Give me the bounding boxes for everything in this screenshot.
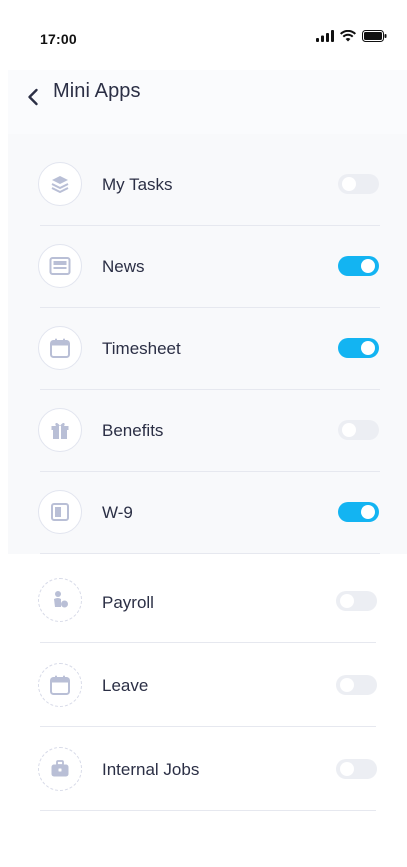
calendar-icon	[38, 663, 82, 707]
page-title: Mini Apps	[53, 80, 141, 102]
toggle-benefits[interactable]	[338, 420, 379, 440]
calendar-icon	[38, 326, 82, 370]
item-label: W-9	[102, 503, 133, 522]
document-icon	[38, 490, 82, 534]
toggle-w9[interactable]	[338, 502, 379, 522]
item-label: Leave	[102, 676, 149, 695]
item-label: Internal Jobs	[102, 760, 200, 779]
toggle-payroll[interactable]	[336, 591, 377, 611]
toggle-knob	[361, 341, 375, 355]
toggle-timesheet[interactable]	[338, 338, 379, 358]
layers-icon	[38, 162, 82, 206]
newspaper-icon	[38, 244, 82, 288]
list-item-internal-jobs: Internal Jobs	[0, 727, 407, 811]
item-label: My Tasks	[102, 175, 173, 194]
item-label: Benefits	[102, 421, 164, 440]
toggle-internal-jobs[interactable]	[336, 759, 377, 779]
list-item-timesheet: Timesheet	[0, 308, 407, 390]
toggle-knob	[342, 177, 356, 191]
toggle-knob	[342, 423, 356, 437]
list-item-leave: Leave	[0, 643, 407, 727]
item-label: News	[102, 257, 145, 276]
status-time: 17:00	[40, 31, 77, 47]
payroll-icon	[38, 578, 82, 622]
toggle-leave[interactable]	[336, 675, 377, 695]
item-label: Payroll	[102, 593, 154, 612]
list-item-benefits: Benefits	[0, 390, 407, 472]
chevron-left-icon	[28, 88, 38, 106]
toggle-knob	[340, 594, 354, 608]
header: Mini Apps	[8, 70, 407, 134]
wifi-icon	[340, 30, 356, 42]
toggle-knob	[340, 678, 354, 692]
toggle-news[interactable]	[338, 256, 379, 276]
divider	[40, 810, 376, 811]
battery-icon	[362, 30, 387, 42]
list-item-my-tasks: My Tasks	[0, 158, 407, 226]
toggle-knob	[340, 762, 354, 776]
list-item-news: News	[0, 226, 407, 308]
toggle-my-tasks[interactable]	[338, 174, 379, 194]
briefcase-icon	[38, 747, 82, 791]
item-label: Timesheet	[102, 339, 181, 358]
gift-icon	[38, 408, 82, 452]
list-item-w9: W-9	[0, 472, 407, 554]
back-button[interactable]	[18, 82, 48, 112]
toggle-knob	[361, 505, 375, 519]
signal-icon	[316, 30, 334, 42]
status-icons	[316, 30, 387, 42]
toggle-knob	[361, 259, 375, 273]
list-item-payroll: Payroll	[0, 554, 407, 643]
status-bar: 17:00	[0, 0, 407, 70]
